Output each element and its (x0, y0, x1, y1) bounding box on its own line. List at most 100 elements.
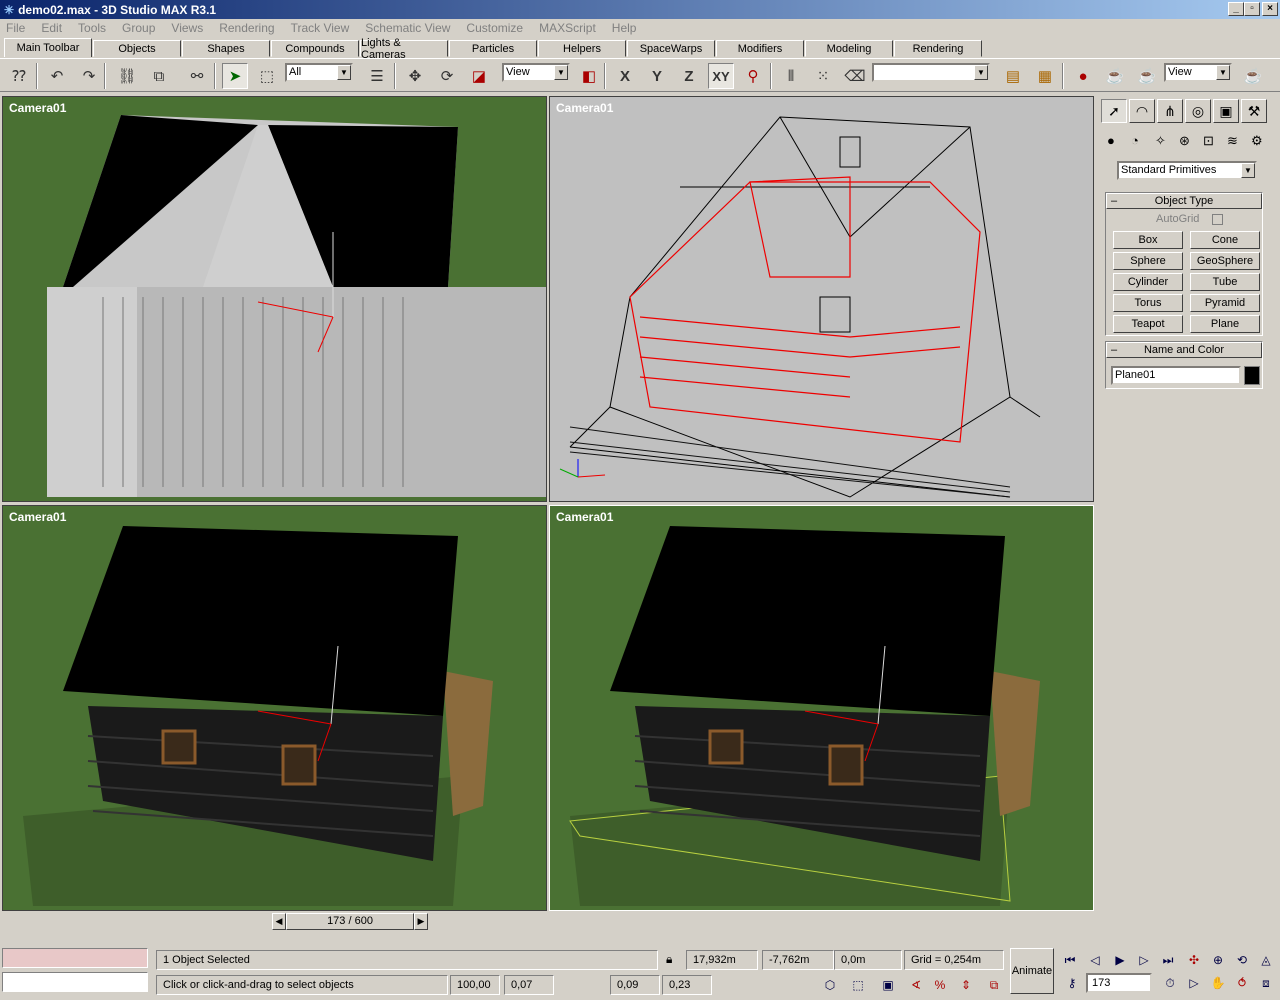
viewport-label[interactable]: Camera01 (9, 510, 66, 524)
roll-icon[interactable]: ⥀ (1232, 973, 1252, 993)
viewport-bottom-right[interactable]: Camera01 (549, 505, 1094, 911)
rollout-header[interactable]: – Name and Color (1106, 342, 1262, 358)
move-icon[interactable]: ✥ (402, 63, 428, 89)
close-button[interactable]: × (1262, 2, 1278, 16)
viewport-bottom-left[interactable]: Camera01 (2, 505, 547, 911)
viewport-top-right[interactable]: Camera01 (549, 96, 1094, 502)
align-icon[interactable]: ⌫ (842, 63, 868, 89)
maxscript-listener-mini[interactable] (2, 948, 148, 968)
teapot-button[interactable]: Teapot (1113, 315, 1183, 333)
animate-button[interactable]: Animate (1010, 948, 1054, 994)
ref-coord-select[interactable]: View ▼ (502, 63, 570, 82)
tab-shapes[interactable]: Shapes (182, 40, 270, 57)
time-slider[interactable]: ◀ 173 / 600 ▶ (272, 913, 428, 930)
tab-main-toolbar[interactable]: Main Toolbar (4, 38, 92, 57)
region-select-icon[interactable]: ⬚ (254, 63, 280, 89)
previous-frame-icon[interactable]: ◁ (1085, 950, 1105, 970)
minimize-button[interactable]: _ (1228, 2, 1244, 16)
bind-spacewarp-icon[interactable]: ⚯ (184, 63, 210, 89)
render-last-icon[interactable]: ☕ (1240, 63, 1266, 89)
viewport-label[interactable]: Camera01 (556, 510, 613, 524)
plane-button[interactable]: Plane (1190, 315, 1260, 333)
dolly-icon[interactable]: ▷ (1184, 973, 1204, 993)
cone-button[interactable]: Cone (1190, 231, 1260, 249)
snap-toggle-icon[interactable]: ▣ (878, 975, 898, 995)
axis-y-button[interactable]: Y (644, 63, 670, 89)
select-link-icon[interactable]: ⛓ (114, 63, 140, 89)
chevron-left-icon[interactable]: ◀ (272, 913, 286, 930)
next-frame-icon[interactable]: ▷ (1134, 950, 1154, 970)
lock-icon[interactable]: 🔒︎ (666, 952, 672, 967)
scale-icon[interactable]: ◪ (466, 63, 492, 89)
box-button[interactable]: Box (1113, 231, 1183, 249)
help-cursor-icon[interactable]: ⁇ (6, 63, 32, 89)
undo-icon[interactable]: ↶ (44, 63, 70, 89)
viewport-label[interactable]: Camera01 (9, 101, 66, 115)
render-type-select[interactable]: View ▼ (1164, 63, 1232, 82)
tab-modifiers[interactable]: Modifiers (716, 40, 804, 57)
tab-modeling[interactable]: Modeling (805, 40, 893, 57)
torus-button[interactable]: Torus (1113, 294, 1183, 312)
menu-views[interactable]: Views (171, 21, 203, 35)
maximize-viewport-icon[interactable]: ⧈ (1256, 973, 1276, 993)
rotate-icon[interactable]: ⟳ (434, 63, 460, 89)
unlink-icon[interactable]: ⧉ (146, 63, 172, 89)
schematic-view-icon[interactable]: ▦ (1032, 63, 1058, 89)
inverse-kinematics-icon[interactable]: ⚲ (740, 63, 766, 89)
goto-end-icon[interactable]: ⏭ (1158, 950, 1178, 970)
redo-icon[interactable]: ↷ (76, 63, 102, 89)
lights-icon[interactable]: ✧ (1155, 133, 1166, 149)
orbit-icon[interactable]: ⟲ (1232, 950, 1252, 970)
pan-hand-icon[interactable]: ✋ (1208, 973, 1228, 993)
mirror-icon[interactable]: ⫴ (778, 63, 804, 89)
create-panel-icon[interactable]: ➚ (1101, 99, 1127, 123)
pyramid-button[interactable]: Pyramid (1190, 294, 1260, 312)
select-object-icon[interactable]: ➤ (222, 63, 248, 89)
goto-start-icon[interactable]: ⏮ (1060, 950, 1080, 970)
angle-snap-icon[interactable]: ∢ (906, 975, 926, 995)
zoom-icon[interactable]: ✣ (1184, 950, 1204, 970)
time-config-icon[interactable]: ⏱ (1160, 973, 1180, 993)
degradation-override-icon[interactable]: ⬡ (820, 975, 840, 995)
geosphere-button[interactable]: GeoSphere (1190, 252, 1260, 270)
material-editor-icon[interactable]: ● (1070, 63, 1096, 89)
current-frame-input[interactable]: 173 (1086, 973, 1152, 993)
key-mode-icon[interactable]: ⚷ (1062, 973, 1082, 993)
menu-edit[interactable]: Edit (41, 21, 62, 35)
selection-filter-select[interactable]: All ▼ (285, 63, 353, 82)
viewport-top-left[interactable]: Camera01 (2, 96, 547, 502)
shapes-icon[interactable]: ◔ (1131, 133, 1139, 148)
axis-xy-button[interactable]: XY (708, 63, 734, 89)
array-icon[interactable]: ⁙ (810, 63, 836, 89)
maxscript-input[interactable] (2, 972, 148, 992)
quick-render-icon[interactable]: ☕ (1134, 63, 1160, 89)
object-name-input[interactable]: Plane01 (1111, 366, 1241, 385)
object-color-swatch[interactable] (1244, 366, 1260, 385)
hierarchy-panel-icon[interactable]: ⋔ (1157, 99, 1183, 123)
display-panel-icon[interactable]: ▣ (1213, 99, 1239, 123)
menu-maxscript[interactable]: MAXScript (539, 21, 596, 35)
tab-objects[interactable]: Objects (93, 40, 181, 57)
rollout-header[interactable]: – Object Type (1106, 193, 1262, 209)
time-slider-thumb[interactable]: 173 / 600 (286, 913, 414, 930)
menu-track-view[interactable]: Track View (291, 21, 350, 35)
axis-z-button[interactable]: Z (676, 63, 702, 89)
chevron-right-icon[interactable]: ▶ (414, 913, 428, 930)
tab-spacewarps[interactable]: SpaceWarps (627, 40, 715, 57)
render-scene-icon[interactable]: ☕ (1102, 63, 1128, 89)
pivot-center-icon[interactable]: ◧ (576, 63, 602, 89)
percent-snap-icon[interactable]: % (930, 975, 950, 995)
crossing-selection-icon[interactable]: ⬚ (848, 975, 868, 995)
tab-compounds[interactable]: Compounds (271, 40, 359, 57)
viewport-label[interactable]: Camera01 (556, 101, 613, 115)
named-selection-set-select[interactable]: ▼ (872, 63, 990, 82)
spacewarps-icon[interactable]: ≋ (1227, 133, 1238, 149)
sphere-button[interactable]: Sphere (1113, 252, 1183, 270)
select-by-name-icon[interactable]: ☰ (364, 63, 390, 89)
tab-helpers[interactable]: Helpers (538, 40, 626, 57)
menu-tools[interactable]: Tools (78, 21, 106, 35)
autogrid-checkbox[interactable] (1212, 214, 1223, 225)
tab-lights-cameras[interactable]: Lights & Cameras (360, 37, 448, 61)
tab-particles[interactable]: Particles (449, 40, 537, 57)
motion-panel-icon[interactable]: ◎ (1185, 99, 1211, 123)
